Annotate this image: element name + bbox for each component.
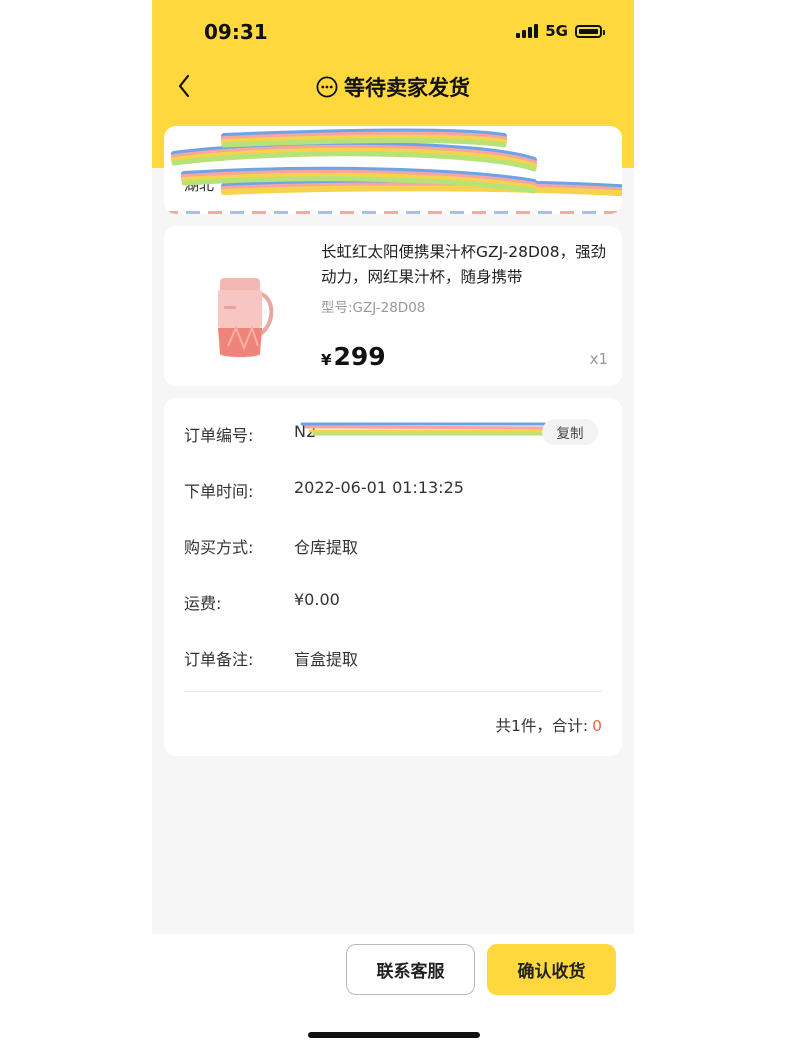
address-card[interactable]: 湖北 xyxy=(164,126,622,214)
battery-icon xyxy=(575,24,605,38)
redaction-scribble xyxy=(171,128,622,197)
page-title: 等待卖家发货 xyxy=(344,76,470,100)
home-indicator[interactable] xyxy=(308,1032,480,1038)
page-title-group: 等待卖家发货 xyxy=(152,72,634,102)
network-type: 5G xyxy=(545,22,568,40)
price-value: 299 xyxy=(333,342,386,371)
purchase-method-label: 购买方式: xyxy=(184,538,254,557)
divider xyxy=(184,691,602,692)
contact-service-button[interactable]: 联系客服 xyxy=(346,944,475,995)
app-screen: 09:31 5G 等待卖家发货 湖北 长虹红太阳便携果汁杯GZJ-28D08，强… xyxy=(152,0,634,934)
purchase-method-value: 仓库提取 xyxy=(294,538,359,557)
envelope-stripe xyxy=(164,211,622,214)
shipping-fee-label: 运费: xyxy=(184,594,222,613)
product-price: ¥ 299 xyxy=(321,342,386,371)
order-number-label: 订单编号: xyxy=(184,426,254,445)
order-total-label: 共1件，合计: xyxy=(495,717,589,735)
product-card[interactable]: 长虹红太阳便携果汁杯GZJ-28D08，强劲动力，网红果汁杯，随身携带 型号:G… xyxy=(164,226,622,386)
product-name: 长虹红太阳便携果汁杯GZJ-28D08，强劲动力，网红果汁杯，随身携带 xyxy=(321,243,607,286)
shipping-fee-value: ¥0.00 xyxy=(294,590,340,609)
order-info-card: 订单编号: N2 复制 下单时间: 2022-06-01 01:13:25 购买… xyxy=(164,398,622,756)
price-currency: ¥ xyxy=(321,351,332,369)
product-quantity: x1 xyxy=(589,350,608,368)
status-time: 09:31 xyxy=(204,20,268,44)
confirm-receipt-button[interactable]: 确认收货 xyxy=(487,944,616,995)
ellipsis-circle-icon xyxy=(316,76,338,98)
copy-order-number-button[interactable]: 复制 xyxy=(542,419,598,445)
order-total: 共1件，合计: 0 xyxy=(496,714,602,736)
nav-bar: 等待卖家发货 xyxy=(152,66,634,108)
order-time-label: 下单时间: xyxy=(184,482,254,501)
status-bar: 09:31 5G xyxy=(152,0,634,62)
status-icons: 5G xyxy=(516,22,605,40)
order-time-value: 2022-06-01 01:13:25 xyxy=(294,478,464,497)
signal-bars-icon xyxy=(516,24,539,38)
order-note-label: 订单备注: xyxy=(184,650,254,669)
redaction-scribble xyxy=(300,422,562,436)
order-total-value: 0 xyxy=(592,717,602,735)
product-image[interactable] xyxy=(186,248,304,366)
product-model: 型号:GZJ-28D08 xyxy=(321,300,426,316)
bottom-action-bar: 联系客服 确认收货 xyxy=(152,934,634,1006)
order-note-value: 盲盒提取 xyxy=(294,650,359,669)
